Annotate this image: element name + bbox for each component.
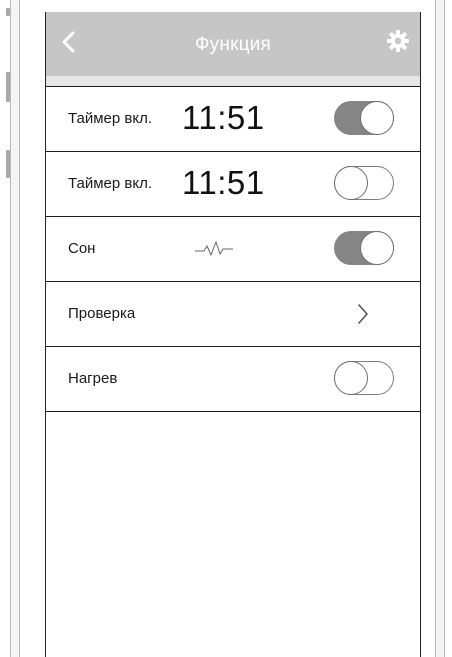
heating-toggle[interactable]: [334, 361, 394, 395]
sleep-label: Сон: [68, 240, 96, 257]
timer-label: Таймер вкл.: [68, 110, 152, 127]
phone-volume-down-button: [6, 150, 10, 178]
header-divider: [46, 76, 420, 86]
list-item-timer-on-2: Таймер вкл. 11:51: [46, 151, 420, 216]
timer-2-toggle[interactable]: [334, 166, 394, 200]
list-item-heating: Нагрев: [46, 346, 420, 412]
phone-side-button: [6, 8, 10, 16]
chevron-right-icon[interactable]: [356, 302, 370, 326]
phone-frame-left: [10, 0, 20, 657]
phone-volume-up-button: [6, 72, 10, 102]
page-title: Функция: [195, 34, 271, 55]
list-item-check[interactable]: Проверка: [46, 281, 420, 346]
toggle-knob: [334, 166, 368, 200]
phone-frame-right: [435, 0, 445, 657]
sleep-toggle[interactable]: [334, 231, 394, 265]
function-list: Таймер вкл. 11:51 Таймер вкл. 11:51 Сон …: [46, 86, 420, 412]
app-screen: Функция Таймер вкл. 11:51 Таймер вкл. 11…: [45, 12, 421, 657]
heartbeat-wave-icon: [195, 240, 233, 257]
gear-icon[interactable]: [386, 29, 410, 53]
timer-time[interactable]: 11:51: [182, 99, 265, 137]
timer-1-toggle[interactable]: [334, 101, 394, 135]
toggle-knob: [360, 101, 394, 135]
header-bar: Функция: [46, 12, 420, 76]
check-label: Проверка: [68, 305, 136, 322]
timer-label: Таймер вкл.: [68, 175, 152, 192]
timer-time[interactable]: 11:51: [182, 164, 265, 202]
heating-label: Нагрев: [68, 370, 118, 387]
list-item-timer-on-1: Таймер вкл. 11:51: [46, 86, 420, 151]
toggle-knob: [360, 231, 394, 265]
toggle-knob: [334, 361, 368, 395]
list-item-sleep: Сон: [46, 216, 420, 281]
